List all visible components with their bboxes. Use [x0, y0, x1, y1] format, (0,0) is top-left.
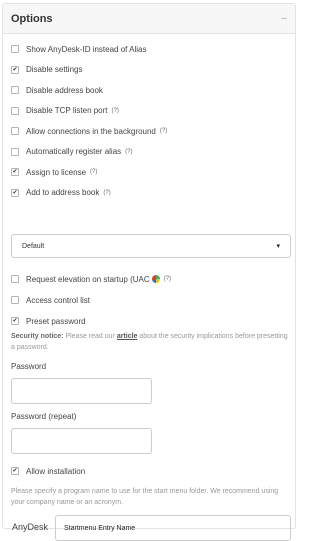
- option-row[interactable]: Allow connections in the background (?): [11, 124, 167, 138]
- option-checkbox[interactable]: ✔: [11, 188, 19, 197]
- security-article-link[interactable]: article: [117, 333, 138, 340]
- option-checkbox[interactable]: [11, 86, 19, 94]
- help-icon[interactable]: (?): [160, 128, 167, 134]
- option-row[interactable]: Disable address book: [11, 83, 103, 97]
- option-checkbox[interactable]: [11, 127, 19, 135]
- option-label: Allow connections in the background: [26, 126, 156, 136]
- option-label: Disable settings: [26, 65, 83, 74]
- help-icon[interactable]: (?): [112, 108, 119, 114]
- start-menu-input-value: Startmenu Entry Name: [64, 524, 136, 532]
- chevron-down-icon: ▾: [276, 243, 280, 250]
- option-checkbox[interactable]: [11, 45, 19, 53]
- option-label: Assign to license: [26, 167, 87, 177]
- allow-installation-label: Allow installation: [26, 466, 86, 476]
- panel-title: Options: [11, 12, 53, 25]
- uac-shield-icon: [151, 275, 160, 283]
- help-icon[interactable]: (?): [103, 190, 110, 196]
- password-repeat-input[interactable]: [11, 428, 152, 454]
- option-checkbox[interactable]: [11, 275, 19, 283]
- security-notice-prefix: Security notice:: [11, 333, 64, 340]
- password-label: Password: [11, 362, 47, 371]
- address-book-select-value: Default: [22, 242, 45, 250]
- option-label: Preset password: [26, 316, 86, 326]
- help-icon[interactable]: (?): [164, 276, 171, 282]
- option-checkbox[interactable]: [11, 296, 19, 304]
- option-label: Access control list: [26, 295, 91, 305]
- option-label: Disable TCP listen port: [26, 106, 108, 115]
- security-notice: Security notice: Please read our article…: [11, 331, 291, 353]
- option-label: Request elevation on startup (UAC: [26, 274, 150, 284]
- start-menu-note: Please specify a program name to use for…: [11, 488, 279, 506]
- option-row[interactable]: Show AnyDesk-ID instead of Alias: [11, 42, 147, 56]
- option-checkbox[interactable]: [11, 147, 19, 156]
- collapse-icon[interactable]: –: [281, 13, 287, 24]
- option-label: Show AnyDesk-ID instead of Alias: [26, 44, 147, 54]
- option-row[interactable]: Automatically register alias (?): [11, 145, 133, 159]
- option-checkbox[interactable]: ✔: [11, 65, 19, 74]
- address-book-select[interactable]: Default ▾: [11, 234, 291, 258]
- allow-installation-option[interactable]: ✔ Allow installation: [11, 464, 85, 478]
- allow-installation-checkbox[interactable]: ✔: [11, 467, 19, 475]
- option-row[interactable]: ✔ Assign to license (?): [11, 165, 97, 179]
- security-notice-text-1: Please read our: [63, 333, 117, 340]
- options-header[interactable]: Options –: [3, 4, 295, 34]
- help-icon[interactable]: (?): [90, 169, 97, 175]
- options-panel: Options – Show AnyDesk-ID instead of Ali…: [2, 3, 296, 541]
- option-row[interactable]: Disable TCP listen port (?): [11, 104, 119, 118]
- help-icon[interactable]: (?): [125, 149, 132, 155]
- option-row[interactable]: ✔ Preset password: [11, 314, 86, 328]
- option-label: Disable address book: [26, 85, 103, 95]
- option-checkbox[interactable]: ✔: [11, 317, 19, 325]
- option-checkbox[interactable]: ✔: [11, 168, 19, 176]
- option-row[interactable]: Access control list: [11, 293, 90, 307]
- start-menu-input[interactable]: Startmenu Entry Name: [55, 515, 291, 541]
- option-row[interactable]: ✔ Disable settings: [11, 63, 82, 77]
- start-menu-prefix: AnyDesk: [12, 522, 49, 532]
- option-checkbox[interactable]: [11, 106, 19, 115]
- password-input[interactable]: [11, 378, 152, 404]
- option-label: Add to address book: [26, 188, 100, 197]
- option-row[interactable]: Request elevation on startup (UAC (?): [11, 272, 171, 286]
- option-label: Automatically register alias: [26, 147, 122, 156]
- option-row[interactable]: ✔ Add to address book (?): [11, 186, 111, 200]
- password-repeat-label: Password (repeat): [11, 412, 77, 421]
